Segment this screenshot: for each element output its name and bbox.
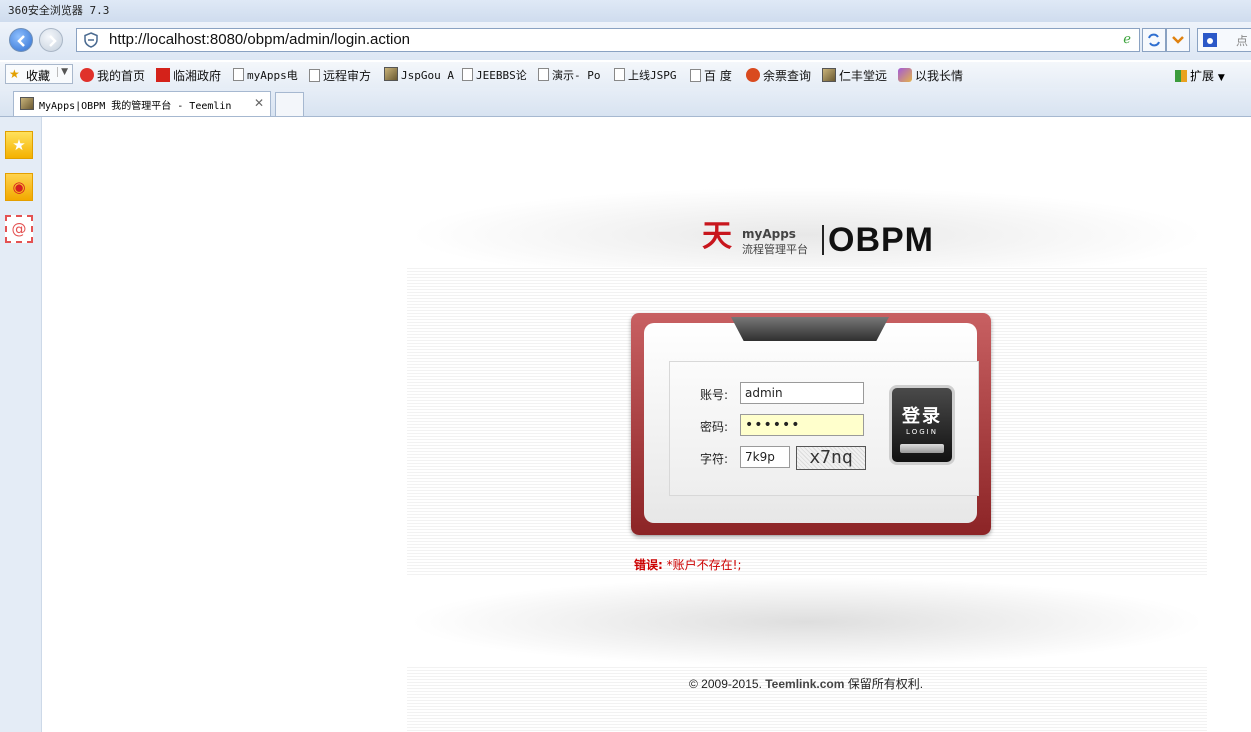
search-engine-box[interactable]: 点 xyxy=(1197,28,1251,52)
close-icon[interactable]: ✕ xyxy=(254,96,264,110)
password-input[interactable]: •••••• xyxy=(740,414,864,436)
rights-text: 保留所有权利. xyxy=(844,677,924,691)
star-icon: ★ xyxy=(12,136,26,154)
collect-label: 收藏 xyxy=(26,69,51,83)
collect-button[interactable]: ★ 收藏 ▼ xyxy=(5,64,73,84)
chevron-down-icon xyxy=(1172,36,1184,44)
favorites-bar: ★ 收藏 ▼ 我的首页 临湘政府 myApps电 远程审方 JspGou A J… xyxy=(0,62,1251,88)
favorite-item[interactable]: 临湘政府 xyxy=(156,67,221,84)
page-content: 天 myApps 流程管理平台 OBPM 账号: 密码: •••••• 字符: … xyxy=(42,117,1251,732)
red-star-icon xyxy=(156,68,170,82)
refresh-icon xyxy=(1148,33,1160,47)
arrow-right-icon xyxy=(49,35,57,47)
error-prefix: 错误: xyxy=(634,558,663,572)
logo-product: OBPM xyxy=(828,221,934,259)
login-button-label: 登录 xyxy=(902,406,942,427)
arrow-left-icon xyxy=(17,35,25,47)
document-icon xyxy=(462,68,473,81)
address-bar[interactable]: http://localhost:8080/obpm/admin/login.a… xyxy=(76,28,1140,52)
back-button[interactable] xyxy=(9,28,33,52)
ticket-icon xyxy=(746,68,760,82)
favorite-item[interactable]: JspGou A xyxy=(384,67,454,82)
extensions-icon xyxy=(1175,70,1187,82)
favorite-item[interactable]: 仁丰堂远 xyxy=(822,67,887,84)
sidebar-favorites-button[interactable]: ★ xyxy=(5,131,33,159)
weibo-icon: ◉ xyxy=(12,178,26,196)
search-label: 点 xyxy=(1236,34,1249,48)
tab-title: MyApps|OBPM 我的管理平台 - Teemlin xyxy=(39,101,232,112)
forward-button[interactable] xyxy=(39,28,63,52)
logo-brand-cn: 流程管理平台 xyxy=(742,243,808,256)
favorite-item[interactable]: 余票查询 xyxy=(746,67,811,84)
document-icon xyxy=(309,69,320,82)
document-icon xyxy=(614,68,625,81)
password-label: 密码: xyxy=(700,420,729,434)
sidebar-weibo-button[interactable]: ◉ xyxy=(5,173,33,201)
new-tab-button[interactable] xyxy=(275,92,304,116)
app-icon xyxy=(898,68,912,82)
favorite-item[interactable]: 演示- Po xyxy=(538,67,601,83)
logo: 天 myApps 流程管理平台 OBPM xyxy=(702,215,942,261)
favorite-item[interactable]: myApps电 xyxy=(233,67,298,83)
shield-icon xyxy=(84,32,98,48)
image-icon xyxy=(822,68,836,82)
favorite-item[interactable]: 百 度 xyxy=(690,67,732,84)
login-button[interactable]: 登录 LOGIN xyxy=(889,385,955,465)
captcha-input[interactable] xyxy=(740,446,790,468)
company-name: Teemlink.com xyxy=(765,677,845,691)
error-message: 错误: *账户不存在!; xyxy=(634,556,742,573)
tab-active[interactable]: MyApps|OBPM 我的管理平台 - Teemlin ✕ xyxy=(13,91,271,116)
logo-divider xyxy=(822,225,824,255)
ie-mode-icon[interactable]: ℯ xyxy=(1123,32,1131,47)
favorite-item[interactable]: 以我长情 xyxy=(898,67,963,84)
document-icon xyxy=(690,69,701,82)
captcha-image[interactable]: x7nq xyxy=(796,446,866,470)
extensions-button[interactable]: 扩展 ▼ xyxy=(1175,67,1225,84)
favorite-item[interactable]: 上线JSPG xyxy=(614,67,677,83)
favorite-item[interactable]: JEEBBS论 xyxy=(462,67,527,83)
error-text: *账户不存在!; xyxy=(666,558,742,572)
favorite-item[interactable]: 我的首页 xyxy=(80,67,145,84)
document-icon xyxy=(538,68,549,81)
code-label: 字符: xyxy=(700,452,729,466)
login-button-sublabel: LOGIN xyxy=(906,428,938,436)
page-favicon-icon xyxy=(20,97,34,110)
at-sign-icon: @ xyxy=(11,220,27,238)
logo-brand-en: myApps xyxy=(742,227,796,241)
star-add-icon: ★ xyxy=(9,67,20,81)
url-text[interactable]: http://localhost:8080/obpm/admin/login.a… xyxy=(109,29,410,51)
login-button-bar xyxy=(900,444,944,453)
chevron-down-icon[interactable]: ▼ xyxy=(57,67,68,77)
copyright-text: © 2009-2015. xyxy=(689,677,766,691)
footer-copyright: © 2009-2015. Teemlink.com 保留所有权利. xyxy=(689,675,923,692)
username-input[interactable] xyxy=(740,382,864,404)
refresh-button[interactable] xyxy=(1142,28,1166,52)
paw-icon xyxy=(1203,33,1217,47)
favorite-item[interactable]: 远程审方 xyxy=(309,67,371,84)
window-title: 360安全浏览器 7.3 xyxy=(0,0,1251,22)
sidebar-mail-button[interactable]: @ xyxy=(5,215,33,243)
image-icon xyxy=(384,67,398,81)
chevron-down-icon: ▼ xyxy=(1217,73,1225,83)
address-dropdown-button[interactable] xyxy=(1166,28,1190,52)
sidebar: ★ ◉ @ xyxy=(0,117,42,732)
document-icon xyxy=(233,68,244,81)
logo-seal: 天 xyxy=(702,219,732,254)
username-label: 账号: xyxy=(700,388,729,402)
weibo-icon xyxy=(80,68,94,82)
tab-bar: MyApps|OBPM 我的管理平台 - Teemlin ✕ xyxy=(0,88,1251,117)
background-glow-bottom xyxy=(407,577,1207,667)
panel-header-tab xyxy=(731,317,889,341)
navigation-bar: http://localhost:8080/obpm/admin/login.a… xyxy=(0,22,1251,60)
